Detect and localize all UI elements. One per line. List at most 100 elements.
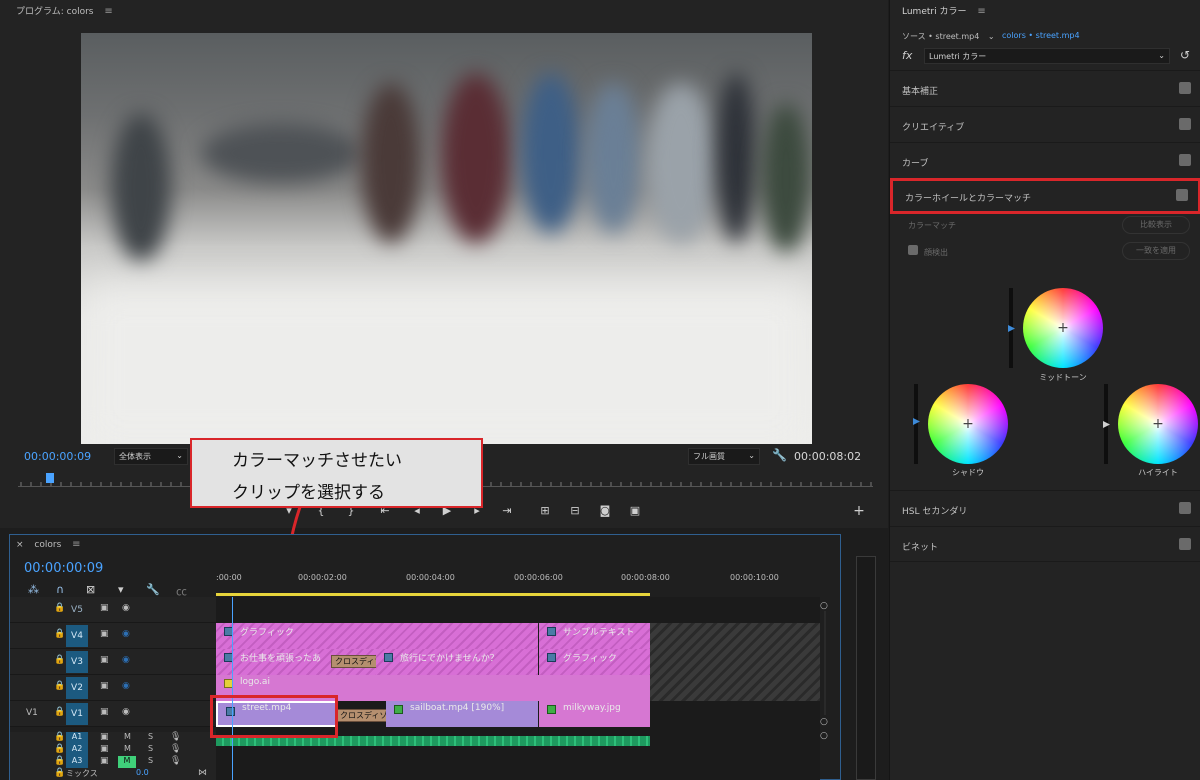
film-icon[interactable]: ▣ [100,732,109,742]
source-patch[interactable]: V1 [26,708,38,718]
track-label[interactable]: V2 [66,677,88,699]
track-label[interactable]: V4 [66,625,88,647]
section-color-wheels[interactable]: カラーホイールとカラーマッチ [890,178,1200,214]
solo-button[interactable]: S [148,744,153,753]
track-label[interactable]: A1 [66,732,88,744]
eye-icon[interactable]: ◉ [122,629,130,639]
film-icon[interactable]: ▣ [100,744,109,754]
mic-icon[interactable]: 🎙 [170,732,181,742]
mute-button[interactable]: M [124,744,131,753]
film-icon[interactable]: ▣ [100,603,109,613]
add-marker-icon[interactable]: ▾ [118,583,124,596]
mix-value[interactable]: 0.0 [136,768,149,777]
work-area-bar[interactable] [216,593,650,596]
film-icon[interactable]: ▣ [100,629,109,639]
insert-icon[interactable]: ⊞ [538,505,552,517]
section-checkbox[interactable] [1179,154,1191,166]
lock-icon[interactable]: 🔒 [54,756,65,766]
mic-icon[interactable]: 🎙 [170,756,181,766]
panel-menu-icon[interactable]: ≡ [104,6,112,17]
lock-icon[interactable]: 🔒 [54,768,65,778]
close-icon[interactable]: × [16,540,24,550]
section-vignette[interactable]: ビネット [890,526,1200,562]
solo-button[interactable]: S [148,756,153,765]
transition-cross-dissolve-2[interactable]: クロスディゾ [336,709,392,722]
clip-graphic-2[interactable]: グラフィック [539,649,650,675]
scroll-handle-icon[interactable]: ○ [820,717,828,727]
film-icon[interactable]: ▣ [100,655,109,665]
lock-icon[interactable]: 🔒 [54,707,65,717]
program-panel-title[interactable]: プログラム: colors ≡ [16,4,113,17]
lock-icon[interactable]: 🔒 [54,629,65,639]
video-scrollbar[interactable] [824,611,826,715]
lumetri-tab[interactable]: Lumetri カラー ≡ [902,4,986,17]
quality-select[interactable]: フル画質 ⌄ [688,448,760,465]
current-timecode[interactable]: 00:00:00:09 [24,450,91,463]
section-creative[interactable]: クリエイティブ [890,106,1200,142]
lock-icon[interactable]: 🔒 [54,655,65,665]
clip-milkyway[interactable]: milkyway.jpg [539,701,650,727]
eye-icon[interactable]: ◉ [122,707,130,717]
section-basic[interactable]: 基本補正 [890,70,1200,106]
face-detect-checkbox[interactable] [908,245,918,255]
clip-sailboat[interactable]: sailboat.mp4 [190%] [386,701,538,727]
effect-select[interactable]: Lumetri カラー ⌄ [924,48,1170,64]
reset-icon[interactable]: ↺ [1180,48,1190,62]
source-selector[interactable]: ソース • street.mp4 ⌄ [902,31,995,42]
section-checkbox[interactable] [1179,502,1191,514]
track-label[interactable]: A3 [66,756,88,768]
section-checkbox[interactable] [1176,189,1188,201]
highlight-wheel[interactable]: + [1118,384,1198,464]
eye-icon[interactable]: ◉ [122,655,130,665]
lock-icon[interactable]: 🔒 [54,603,65,613]
timeline-tab[interactable]: × colors ≡ [16,539,81,550]
compare-view-button[interactable]: 比較表示 [1122,216,1190,234]
section-hsl[interactable]: HSL セカンダリ [890,490,1200,526]
film-icon[interactable]: ▣ [100,681,109,691]
playhead[interactable] [46,473,54,483]
midtone-wheel[interactable]: + [1023,288,1103,368]
track-label[interactable]: V1 [66,703,88,725]
mute-button[interactable]: M [124,732,131,741]
timeline-ruler[interactable]: :00:00 00:00:02:00 00:00:04:00 00:00:06:… [216,571,840,597]
clip-graphic[interactable]: グラフィック [216,623,538,649]
wrench-icon[interactable]: 🔧 [772,448,787,462]
go-to-out-icon[interactable]: ⇥ [500,505,514,517]
clip-sample-text[interactable]: サンプルテキスト [539,623,650,649]
section-curves[interactable]: カーブ [890,142,1200,178]
camera-icon[interactable]: ◙ [598,505,612,517]
timeline-playhead[interactable] [232,597,233,780]
film-icon[interactable]: ▣ [100,707,109,717]
sequence-clip-link[interactable]: colors • street.mp4 [1002,31,1080,40]
lock-icon[interactable]: 🔒 [54,732,65,742]
section-checkbox[interactable] [1179,538,1191,550]
zoom-select[interactable]: 全体表示 ⌄ [114,448,188,465]
lock-icon[interactable]: 🔒 [54,744,65,754]
film-icon[interactable]: ▣ [100,756,109,766]
mic-icon[interactable]: 🎙 [170,744,181,754]
panel-menu-icon[interactable]: ≡ [977,6,985,17]
clip-trip[interactable]: 旅行にでかけませんか？ [376,649,538,675]
apply-match-button[interactable]: 一致を適用 [1122,242,1190,260]
compare-view-icon[interactable]: ▣ [628,505,642,517]
lock-icon[interactable]: 🔒 [54,681,65,691]
section-checkbox[interactable] [1179,82,1191,94]
bowtie-icon[interactable]: ⋈ [198,768,207,778]
fx-icon[interactable]: fx [902,49,912,62]
section-checkbox[interactable] [1179,118,1191,130]
track-label[interactable]: V5 [66,599,88,621]
track-label[interactable]: V3 [66,651,88,673]
panel-menu-icon[interactable]: ≡ [72,539,80,550]
nest-icon[interactable]: ⁂ [28,583,39,596]
scroll-handle-icon[interactable]: ○ [820,731,828,741]
solo-button[interactable]: S [148,732,153,741]
overwrite-icon[interactable]: ⊟ [568,505,582,517]
eye-icon[interactable]: ◉ [122,681,130,691]
wrench-icon[interactable]: 🔧 [146,583,160,596]
snap-icon[interactable]: ∩ [56,583,64,596]
linked-selection-icon[interactable]: ⊠ [86,583,95,596]
mute-button-active[interactable]: M [118,756,136,768]
eye-icon[interactable]: ◉ [122,603,130,613]
add-button-icon[interactable]: + [852,504,866,518]
shadow-wheel[interactable]: + [928,384,1008,464]
